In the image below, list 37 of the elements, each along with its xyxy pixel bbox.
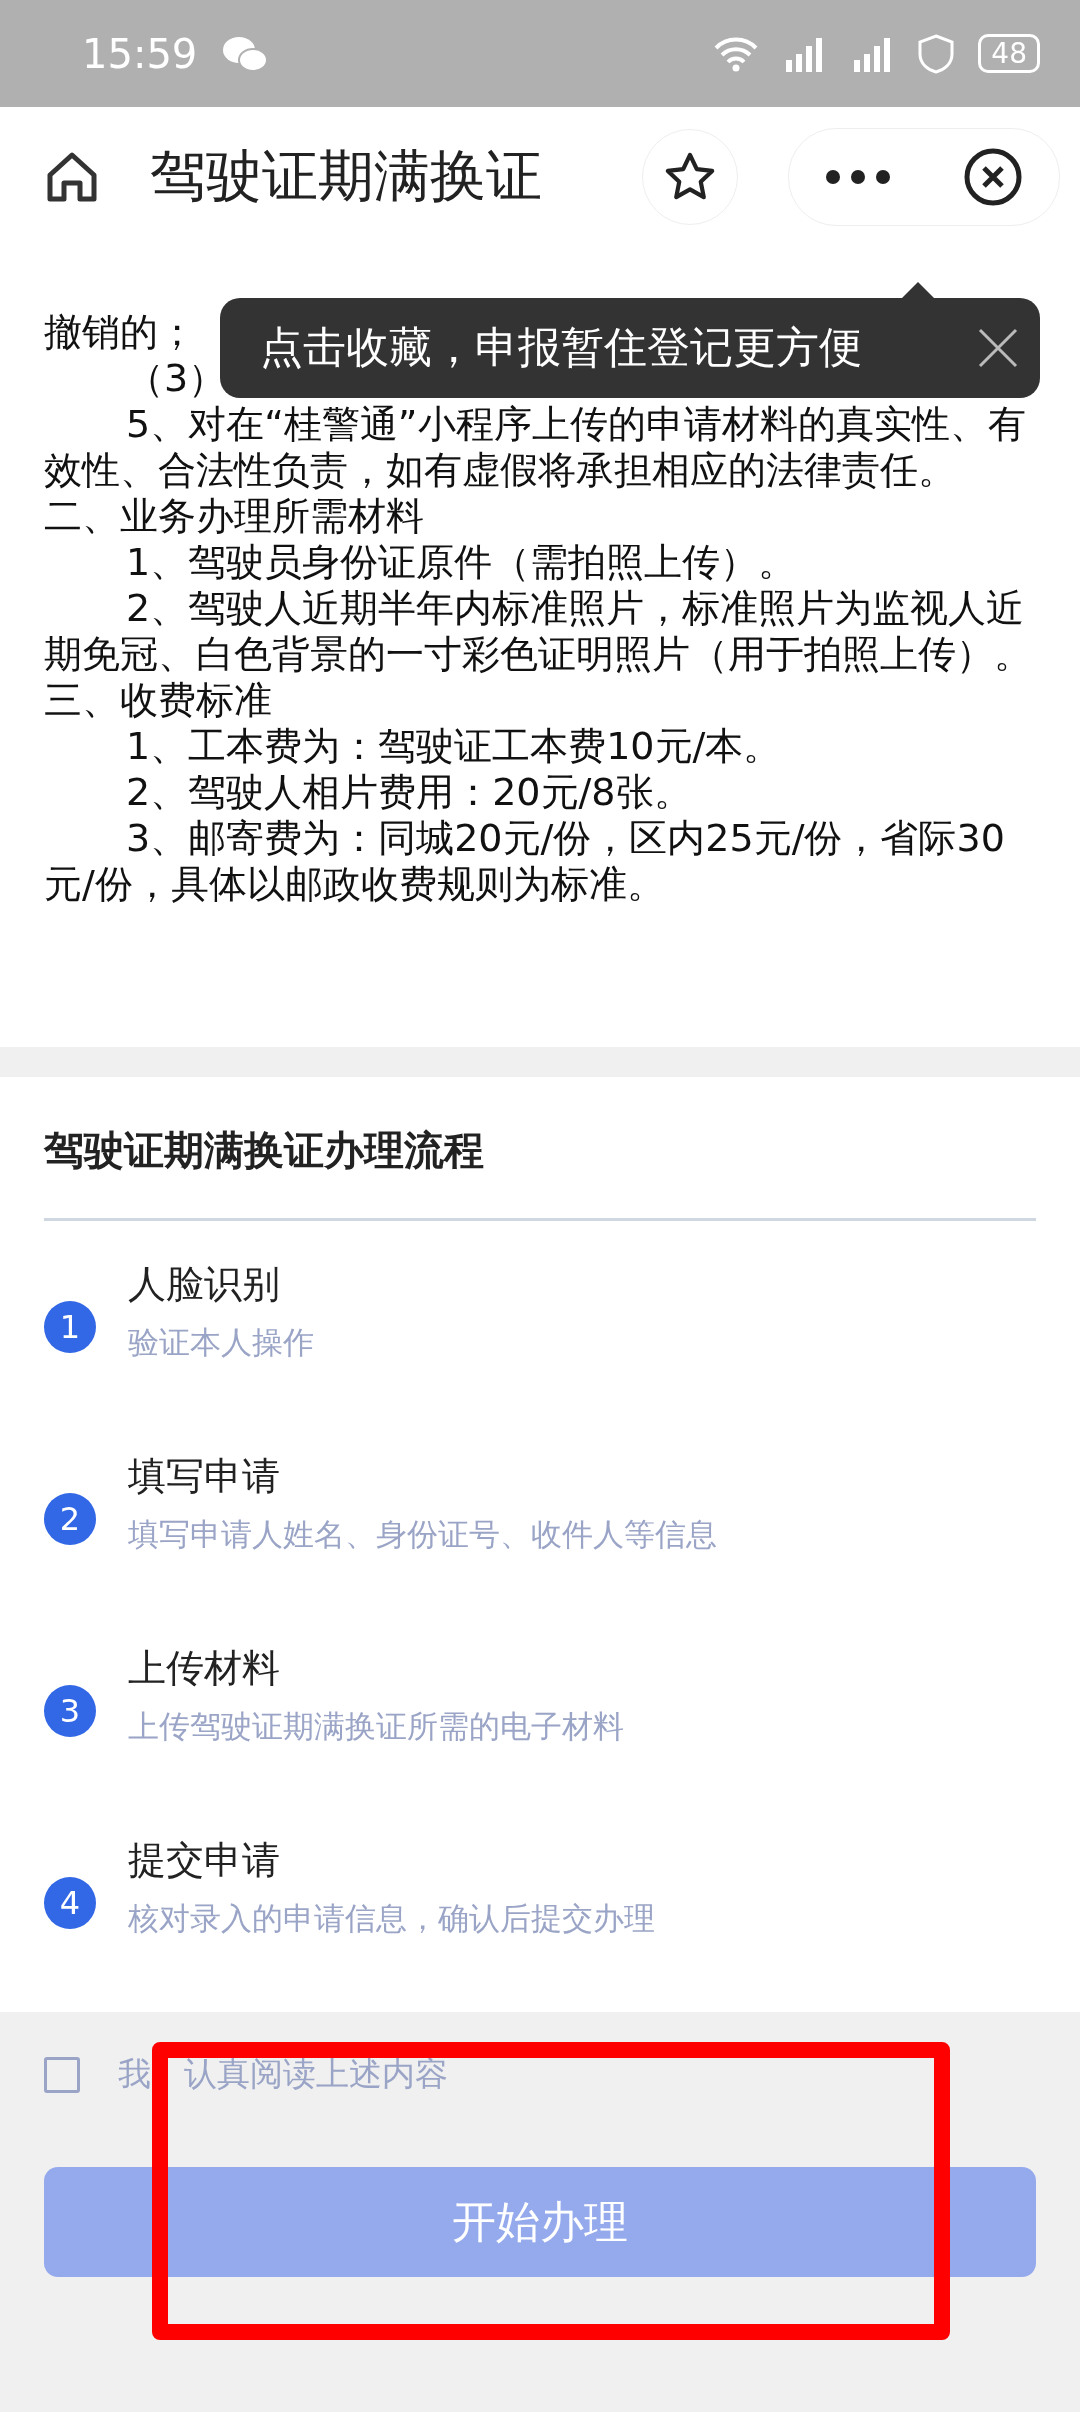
step-title: 提交申请 [128,1837,281,1884]
notice-paragraph: 3、邮寄费为：同城20元/份，区内25元/份，省际30元/份，具体以邮政收费规则为标准。 [44,815,1006,907]
close-icon[interactable] [976,326,1020,370]
agree-label: 我 [118,2053,151,2095]
notice-paragraph: （3） [125,355,227,401]
agree-checkbox[interactable] [44,2056,80,2093]
tooltip-text: 点击收藏，申报暂住登记更方便 [260,321,863,374]
clock: 15:59 [82,30,198,77]
step-number: 4 [44,1877,96,1929]
more-button[interactable] [825,169,891,185]
wifi-icon [714,35,759,72]
step-description: 验证本人操作 [128,1323,314,1362]
notice-paragraph: 2、驾驶人相片费用：20元/8张。 [125,769,692,815]
notice-paragraph: 二、业务办理所需材料 [44,493,424,539]
step-description: 上传驾驶证期满换证所需的电子材料 [128,1707,624,1746]
close-button[interactable] [963,147,1023,207]
battery-level: 48 [978,34,1040,73]
agree-label: 认真阅读上述内容 [184,2053,448,2095]
step-number: 3 [44,1685,96,1737]
more-icon [825,169,891,185]
page-title: 驾驶证期满换证 [150,142,543,210]
step-title: 人脸识别 [128,1261,281,1308]
section-title: 驾驶证期满换证办理流程 [44,1077,1036,1221]
close-icon [963,147,1023,207]
shield-icon [918,33,955,74]
notice-paragraph: 撤销的； [44,309,196,355]
notice-paragraph: 1、工本费为：驾驶证工本费10元/本。 [125,723,782,769]
step-description: 填写申请人姓名、身份证号、收件人等信息 [128,1515,717,1554]
notice-paragraph: 1、驾驶员身份证原件（需拍照上传）。 [125,539,797,585]
step-title: 上传材料 [128,1645,281,1692]
step-number: 1 [44,1301,96,1353]
notice-paragraph: 2、驾驶人近期半年内标准照片，标准照片为监视人近期免冠、白色背景的一寸彩色证明照片（用于拍照上传）。 [44,585,1033,677]
notice-paragraph: 5、对在“桂警通”小程序上传的申请材料的真实性、有效性、合法性负责，如有虚假将承担相应的法律责任。 [44,401,1027,493]
notice-paragraph: 三、收费标准 [44,677,272,723]
step-title: 填写申请 [128,1453,281,1500]
step-description: 核对录入的申请信息，确认后提交办理 [128,1899,655,1938]
step-number: 2 [44,1493,96,1545]
